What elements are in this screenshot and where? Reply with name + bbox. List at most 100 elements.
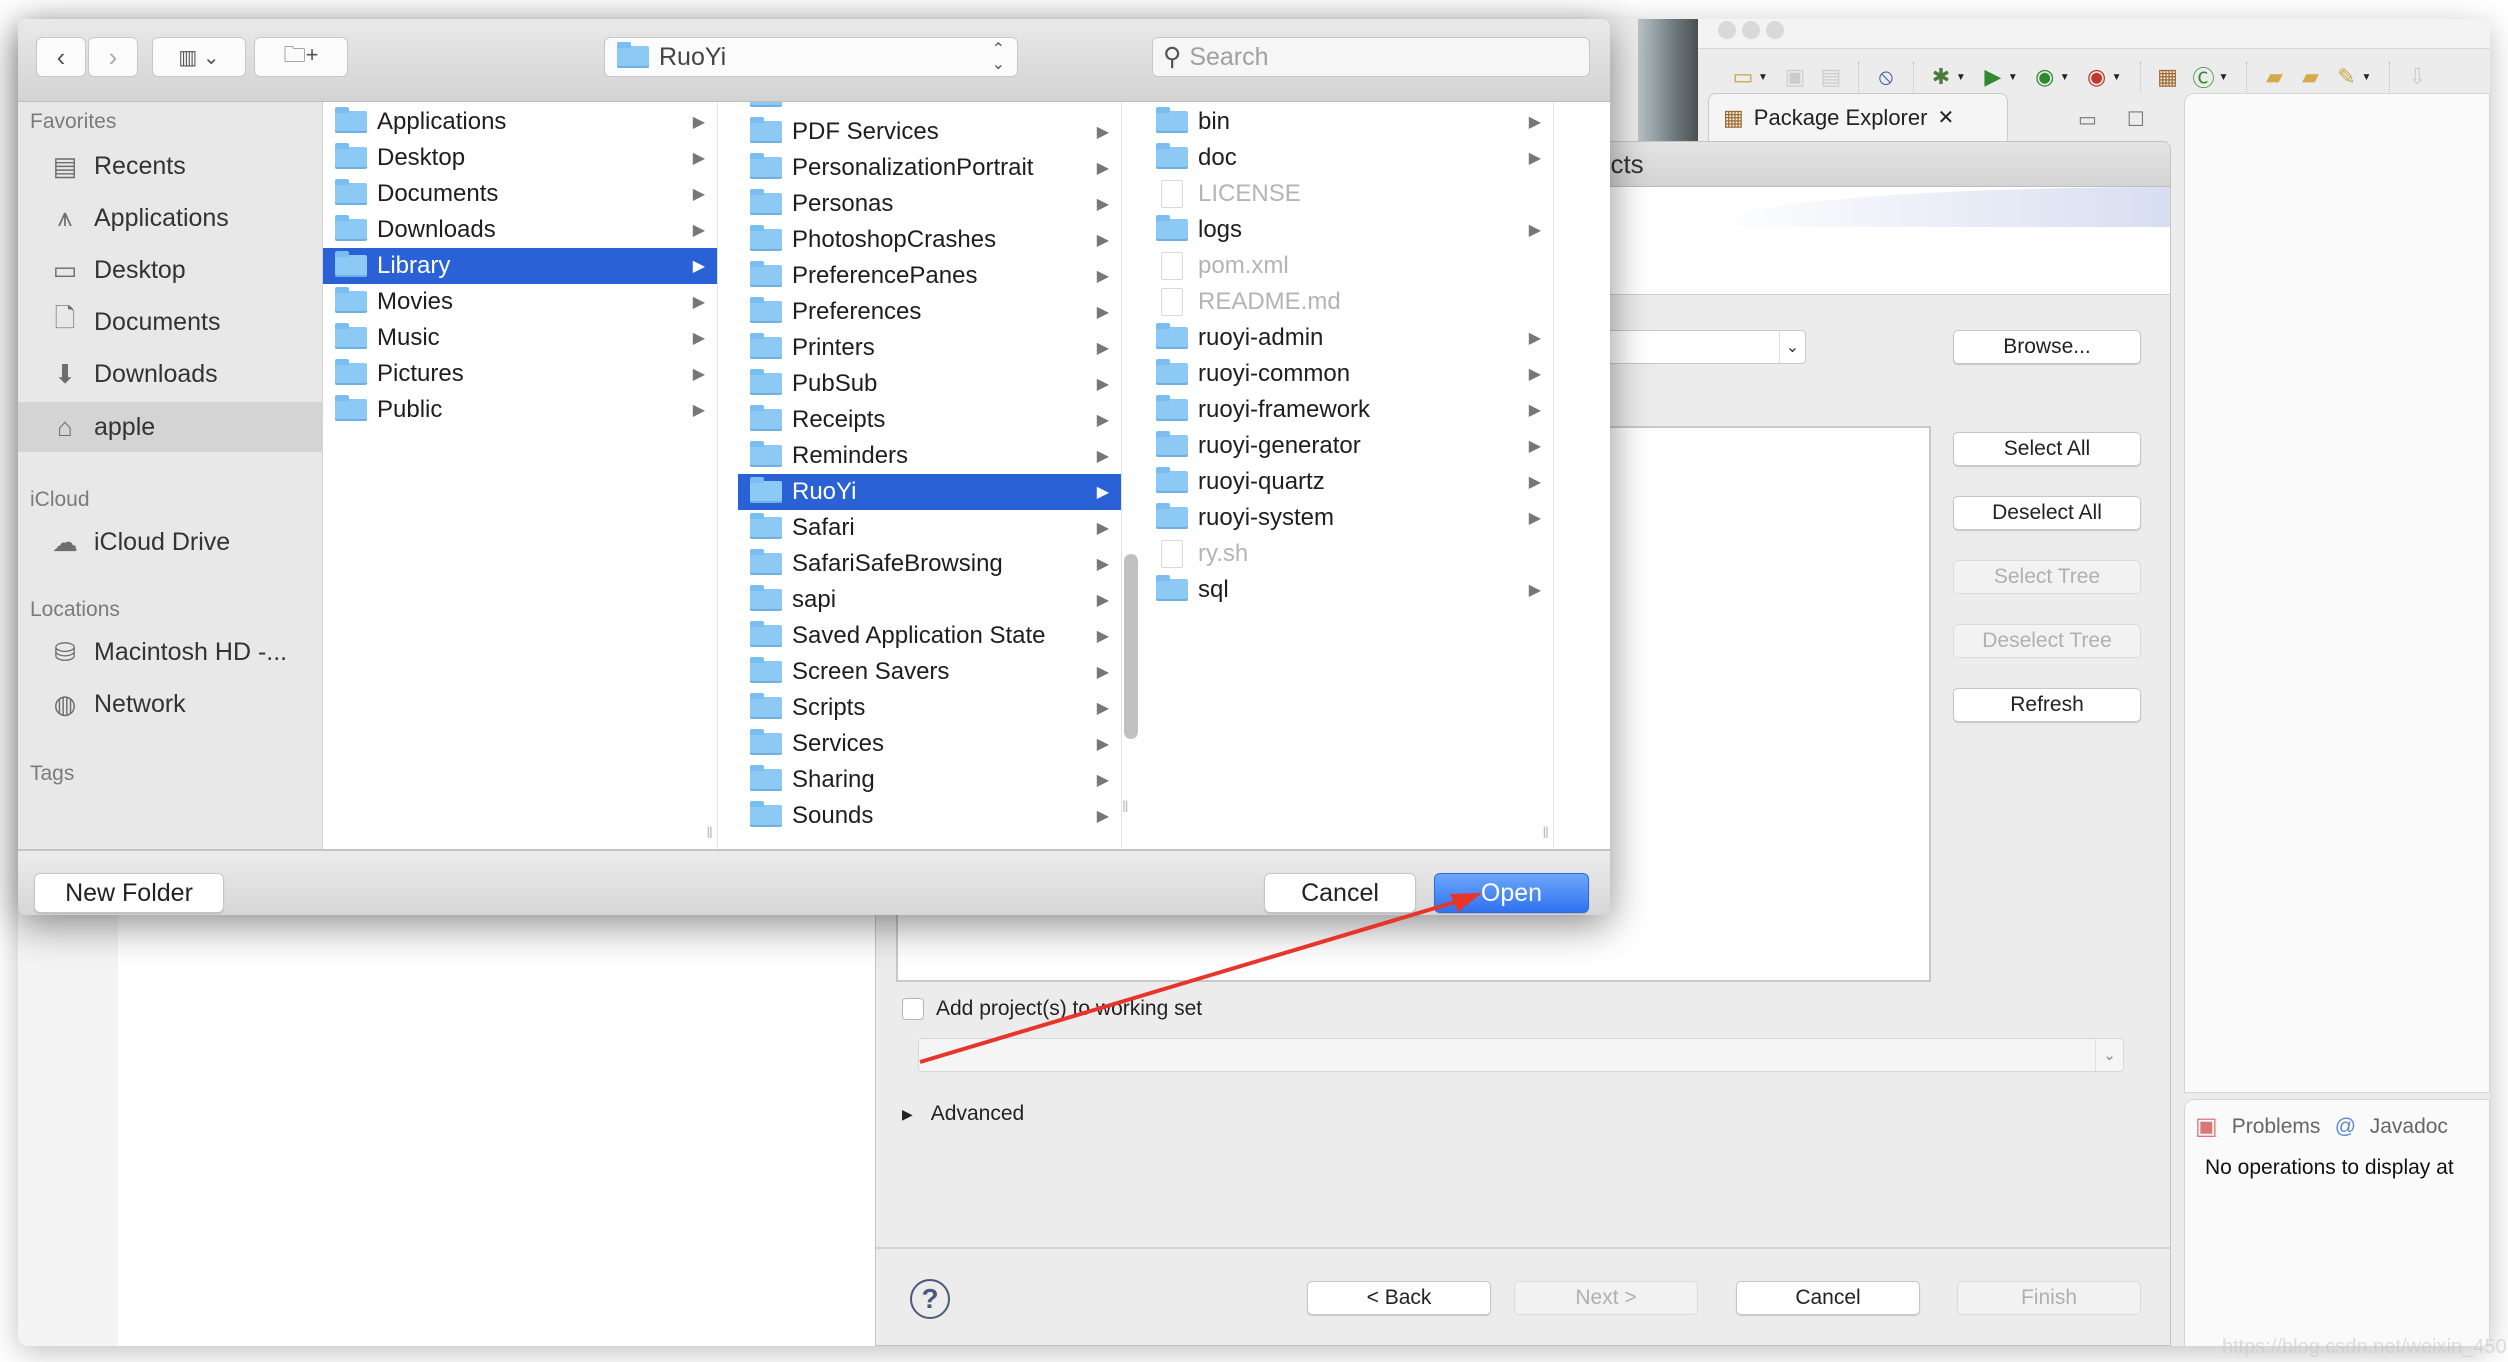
debug-icon[interactable]: ✱	[1926, 62, 1956, 92]
list-item[interactable]: Personas ▶	[738, 186, 1121, 222]
list-item[interactable]: LICENSE	[1144, 176, 1553, 212]
chevron-down-icon[interactable]: ▼	[2361, 72, 2371, 83]
list-item[interactable]: doc ▶	[1144, 140, 1553, 176]
annotation-pen-icon[interactable]: ✎	[2331, 62, 2361, 92]
list-item[interactable]: sapi ▶	[738, 582, 1121, 618]
open-type-icon[interactable]: ▰	[2259, 62, 2289, 92]
list-item[interactable]: sql ▶	[1144, 572, 1553, 608]
list-item[interactable]: README.md	[1144, 284, 1553, 320]
sidebar-item-downloads[interactable]: ⬇ Downloads	[18, 350, 323, 398]
minimize-view-icon[interactable]: ▭	[2078, 107, 2097, 132]
list-item[interactable]: PreferencePanes ▶	[738, 258, 1121, 294]
list-item[interactable]: Downloads ▶	[323, 212, 717, 248]
tab-problems[interactable]: Problems	[2232, 1115, 2321, 1139]
list-item[interactable]: ry.sh	[1144, 536, 1553, 572]
back-button[interactable]: < Back	[1307, 1281, 1491, 1315]
list-item[interactable]: ruoyi-common ▶	[1144, 356, 1553, 392]
list-item[interactable]: Saved Application State ▶	[738, 618, 1121, 654]
chevron-down-icon[interactable]: ▼	[2219, 72, 2229, 83]
help-icon[interactable]: ?	[910, 1279, 950, 1319]
list-item[interactable]: Services ▶	[738, 726, 1121, 762]
list-item[interactable]: Receipts ▶	[738, 402, 1121, 438]
list-item[interactable]: Sharing ▶	[738, 762, 1121, 798]
close-icon[interactable]: ✕	[1937, 105, 1954, 130]
list-item[interactable]: Preferences ▶	[738, 294, 1121, 330]
list-item[interactable]: Reminders ▶	[738, 438, 1121, 474]
run-icon[interactable]: ▶	[1978, 62, 2008, 92]
list-item[interactable]: Music ▶	[323, 320, 717, 356]
close-window-button[interactable]	[1718, 21, 1736, 39]
chevron-down-icon[interactable]: ▼	[1758, 72, 1768, 83]
refresh-button[interactable]: Refresh	[1953, 688, 2141, 722]
list-item-partial[interactable]	[738, 102, 1121, 114]
select-tree-button[interactable]: Select Tree	[1953, 560, 2141, 594]
list-item[interactable]: Public ▶	[323, 392, 717, 428]
list-item[interactable]: Documents ▶	[323, 176, 717, 212]
finish-button[interactable]: Finish	[1957, 1281, 2141, 1315]
browse-button[interactable]: Browse...	[1953, 330, 2141, 364]
list-item[interactable]: RuoYi ▶	[738, 474, 1121, 510]
working-set-combo[interactable]: ⌄	[918, 1038, 2124, 1072]
open-button[interactable]: Open	[1434, 873, 1589, 913]
list-item[interactable]: ruoyi-admin ▶	[1144, 320, 1553, 356]
list-item[interactable]: ruoyi-generator ▶	[1144, 428, 1553, 464]
disclosure-triangle-icon[interactable]: ▶	[902, 1106, 913, 1123]
list-item[interactable]: PubSub ▶	[738, 366, 1121, 402]
select-all-button[interactable]: Select All	[1953, 432, 2141, 466]
list-item[interactable]: ruoyi-system ▶	[1144, 500, 1553, 536]
list-item[interactable]: Screen Savers ▶	[738, 654, 1121, 690]
list-item[interactable]: Movies ▶	[323, 284, 717, 320]
list-item[interactable]: Library ▶	[323, 248, 717, 284]
list-item[interactable]: ruoyi-framework ▶	[1144, 392, 1553, 428]
list-item[interactable]: Desktop ▶	[323, 140, 717, 176]
list-item[interactable]: PersonalizationPortrait ▶	[738, 150, 1121, 186]
path-popup[interactable]: RuoYi ⌃ ⌄	[604, 37, 1018, 77]
new-package-icon[interactable]: ▦	[2153, 62, 2183, 92]
list-item[interactable]: Printers ▶	[738, 330, 1121, 366]
coverage-icon[interactable]: ◉	[2030, 62, 2060, 92]
deselect-tree-button[interactable]: Deselect Tree	[1953, 624, 2141, 658]
column-resize-handle[interactable]: ‖	[706, 825, 713, 843]
deselect-all-button[interactable]: Deselect All	[1953, 496, 2141, 530]
advanced-section-toggle[interactable]: ▶ Advanced	[902, 1102, 1024, 1126]
next-button[interactable]: Next >	[1514, 1281, 1698, 1315]
new-folder-toolbar-button[interactable]: 🗀+	[254, 37, 348, 77]
list-item[interactable]: pom.xml	[1144, 248, 1553, 284]
cancel-button[interactable]: Cancel	[1264, 873, 1416, 913]
sidebar-item-network[interactable]: ◍ Network	[18, 680, 323, 728]
sidebar-item-desktop[interactable]: ▭ Desktop	[18, 246, 323, 294]
chevron-down-icon[interactable]: ⌄	[2095, 1039, 2123, 1071]
tab-javadoc[interactable]: Javadoc	[2370, 1115, 2448, 1139]
new-wizard-icon[interactable]: ▭	[1728, 62, 1758, 92]
column-resize-handle[interactable]: ‖	[1542, 825, 1549, 843]
list-item[interactable]: PDF Services ▶	[738, 114, 1121, 150]
column-scrollbar[interactable]	[1124, 554, 1138, 739]
sidebar-item-documents[interactable]: 🗋 Documents	[18, 298, 323, 346]
list-item[interactable]: PhotoshopCrashes ▶	[738, 222, 1121, 258]
save-all-icon[interactable]: ▤	[1816, 62, 1846, 92]
list-item[interactable]: ruoyi-quartz ▶	[1144, 464, 1553, 500]
list-item[interactable]: Safari ▶	[738, 510, 1121, 546]
chevron-down-icon[interactable]: ▼	[2008, 72, 2018, 83]
chevron-down-icon[interactable]: ▼	[1956, 72, 1966, 83]
skip-breakpoints-icon[interactable]: ⦸	[1871, 62, 1901, 92]
maximize-view-icon[interactable]: ☐	[2127, 107, 2145, 132]
sidebar-item-icloud-drive[interactable]: ☁ iCloud Drive	[18, 518, 323, 566]
sidebar-item-apple[interactable]: ⌂ apple	[18, 402, 323, 452]
list-item[interactable]: SafariSafeBrowsing ▶	[738, 546, 1121, 582]
forward-nav-button[interactable]: ›	[88, 37, 138, 77]
chevron-down-icon[interactable]: ▼	[2112, 72, 2122, 83]
list-item[interactable]: Pictures ▶	[323, 356, 717, 392]
minimize-window-button[interactable]	[1742, 21, 1760, 39]
external-tools-icon[interactable]: ◉	[2082, 62, 2112, 92]
tab-package-explorer[interactable]: ▦ Package Explorer ✕	[1708, 93, 2008, 141]
sidebar-item-applications[interactable]: ⩚ Applications	[18, 194, 323, 242]
sidebar-item-recents[interactable]: ▤ Recents	[18, 142, 323, 190]
list-item[interactable]: Applications ▶	[323, 104, 717, 140]
working-set-option[interactable]: Add project(s) to working set	[902, 997, 1202, 1021]
working-set-checkbox[interactable]	[902, 998, 924, 1020]
next-annotation-icon[interactable]: ⇩	[2402, 62, 2432, 92]
chevron-down-icon[interactable]: ⌄	[1779, 331, 1805, 363]
list-item[interactable]: logs ▶	[1144, 212, 1553, 248]
chevron-down-icon[interactable]: ▼	[2060, 72, 2070, 83]
